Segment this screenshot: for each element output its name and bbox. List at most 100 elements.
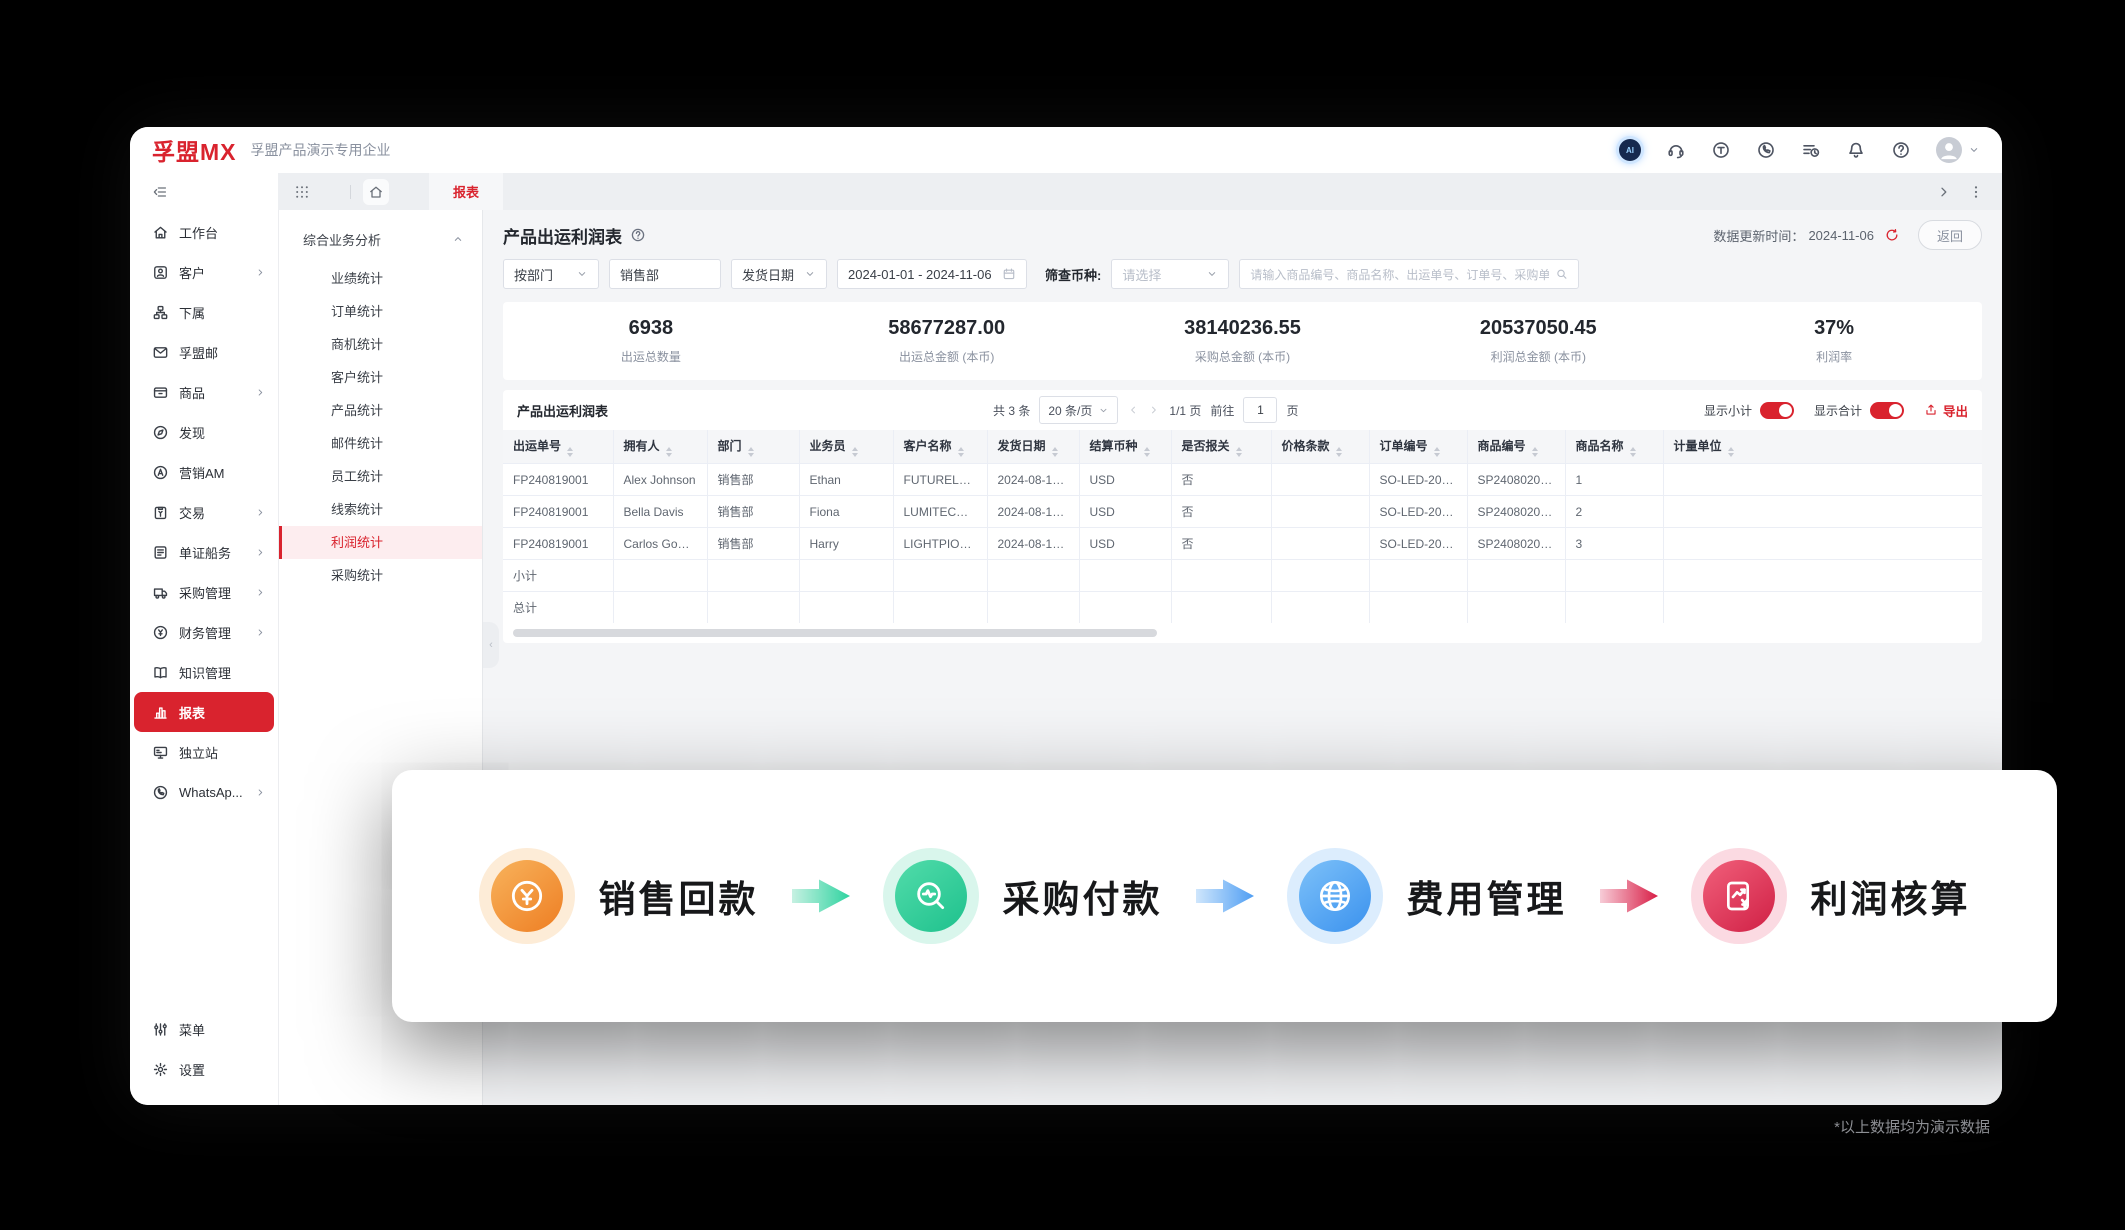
sort-icon[interactable] bbox=[1052, 447, 1058, 457]
pagination: 共 3 条 20 条/页 1/1 页 前往 页 bbox=[993, 396, 1298, 424]
scrollbar-thumb[interactable] bbox=[513, 629, 1157, 637]
column-header[interactable]: 商品编号 bbox=[1467, 430, 1565, 464]
headset-icon[interactable] bbox=[1666, 140, 1686, 160]
sidebar-item[interactable]: 孚盟邮 bbox=[134, 332, 274, 372]
sidebar-item[interactable]: WhatsAp... bbox=[134, 772, 274, 812]
panel-collapse-handle[interactable]: ‹ bbox=[483, 622, 499, 668]
notification-bell-icon[interactable] bbox=[1846, 140, 1866, 160]
column-header[interactable]: 拥有人 bbox=[613, 430, 707, 464]
sidebar-item[interactable]: 客户 bbox=[134, 252, 274, 292]
column-header[interactable]: 是否报关 bbox=[1171, 430, 1271, 464]
column-header[interactable]: 出运单号 bbox=[503, 430, 613, 464]
chevron-right-icon[interactable] bbox=[1936, 184, 1952, 200]
date-range-picker[interactable]: 2024-01-01 - 2024-11-06 bbox=[837, 259, 1027, 289]
translate-icon[interactable] bbox=[1711, 140, 1731, 160]
date-type-select[interactable]: 发货日期 bbox=[731, 259, 827, 289]
sort-icon[interactable] bbox=[958, 447, 964, 457]
sidebar-item[interactable]: 交易 bbox=[134, 492, 274, 532]
toggle-switch[interactable] bbox=[1760, 402, 1794, 419]
chevron-down-icon bbox=[576, 268, 588, 280]
sort-icon[interactable] bbox=[1336, 447, 1342, 457]
column-header[interactable]: 计量单位 bbox=[1663, 430, 1982, 464]
sidebar-item[interactable]: 菜单 bbox=[134, 1009, 274, 1049]
panel-item[interactable]: 产品统计 bbox=[279, 394, 482, 427]
panel-item[interactable]: 客户统计 bbox=[279, 361, 482, 394]
sidebar-item[interactable]: 商品 bbox=[134, 372, 274, 412]
column-header[interactable]: 客户名称 bbox=[893, 430, 987, 464]
export-button[interactable]: 导出 bbox=[1924, 401, 1968, 420]
column-header[interactable]: 结算币种 bbox=[1079, 430, 1171, 464]
sidebar-item[interactable]: 报表 bbox=[134, 692, 274, 732]
sidebar-item[interactable]: 设置 bbox=[134, 1049, 274, 1089]
sort-icon[interactable] bbox=[1434, 447, 1440, 457]
table-cell bbox=[707, 592, 799, 624]
sort-icon[interactable] bbox=[666, 447, 672, 457]
whatsapp-icon[interactable] bbox=[1756, 140, 1776, 160]
panel-item[interactable]: 线索统计 bbox=[279, 493, 482, 526]
currency-filter-label: 筛查币种: bbox=[1045, 265, 1101, 284]
page-size-select[interactable]: 20 条/页 bbox=[1039, 396, 1118, 424]
chevron-right-icon bbox=[255, 787, 266, 798]
dept-type-select[interactable]: 按部门 bbox=[503, 259, 599, 289]
grandtotal-toggle[interactable]: 显示合计 bbox=[1814, 402, 1904, 419]
home-button[interactable] bbox=[363, 179, 389, 205]
sidebar-item-label: 交易 bbox=[179, 503, 205, 522]
sort-icon[interactable] bbox=[852, 447, 858, 457]
panel-item[interactable]: 商机统计 bbox=[279, 328, 482, 361]
sidebar-item[interactable]: 工作台 bbox=[134, 212, 274, 252]
grid-menu-icon[interactable] bbox=[294, 184, 310, 200]
panel-item[interactable]: 员工统计 bbox=[279, 460, 482, 493]
user-menu[interactable] bbox=[1936, 137, 1980, 163]
subtotal-toggle-label: 显示小计 bbox=[1704, 402, 1752, 419]
help-icon[interactable] bbox=[630, 227, 646, 243]
column-header[interactable]: 订单编号 bbox=[1369, 430, 1467, 464]
currency-select[interactable]: 请选择 bbox=[1111, 259, 1229, 289]
sort-icon[interactable] bbox=[567, 447, 573, 457]
subtotal-toggle[interactable]: 显示小计 bbox=[1704, 402, 1794, 419]
history-icon[interactable] bbox=[1801, 140, 1821, 160]
column-header[interactable]: 商品名称 bbox=[1565, 430, 1663, 464]
sidebar-item[interactable]: 发现 bbox=[134, 412, 274, 452]
stat-value: 6938 bbox=[503, 317, 799, 340]
sidebar-item[interactable]: 采购管理 bbox=[134, 572, 274, 612]
prev-page-icon[interactable] bbox=[1127, 404, 1139, 416]
panel-item[interactable]: 利润统计 bbox=[279, 526, 482, 559]
sidebar-item[interactable]: 下属 bbox=[134, 292, 274, 332]
column-header[interactable]: 发货日期 bbox=[987, 430, 1079, 464]
ai-assistant-icon[interactable]: AI bbox=[1619, 139, 1641, 161]
refresh-icon[interactable] bbox=[1884, 227, 1900, 243]
department-input[interactable] bbox=[609, 259, 721, 289]
panel-item[interactable]: 订单统计 bbox=[279, 295, 482, 328]
panel-item[interactable]: 业绩统计 bbox=[279, 262, 482, 295]
next-page-icon[interactable] bbox=[1148, 404, 1160, 416]
search-box[interactable]: 请输入商品编号、商品名称、出运单号、订单号、采购单号 bbox=[1239, 259, 1579, 289]
sort-icon[interactable] bbox=[1728, 447, 1734, 457]
column-header[interactable]: 部门 bbox=[707, 430, 799, 464]
more-menu-icon[interactable] bbox=[1968, 184, 1984, 200]
toggle-switch[interactable] bbox=[1870, 402, 1904, 419]
panel-item[interactable]: 邮件统计 bbox=[279, 427, 482, 460]
horizontal-scrollbar[interactable] bbox=[511, 629, 1974, 637]
sidebar-item[interactable]: 独立站 bbox=[134, 732, 274, 772]
sort-icon[interactable] bbox=[1630, 447, 1636, 457]
help-icon[interactable] bbox=[1891, 140, 1911, 160]
column-header[interactable]: 价格条款 bbox=[1271, 430, 1369, 464]
sidebar-item[interactable]: 单证船务 bbox=[134, 532, 274, 572]
back-chevron-icon[interactable] bbox=[322, 184, 338, 200]
panel-group-header[interactable]: 综合业务分析 bbox=[279, 224, 482, 254]
sidebar-item[interactable]: 知识管理 bbox=[134, 652, 274, 692]
table-cell: 总计 bbox=[503, 592, 613, 624]
sidebar-item[interactable]: 财务管理 bbox=[134, 612, 274, 652]
column-header[interactable]: 业务员 bbox=[799, 430, 893, 464]
sidebar-collapse[interactable] bbox=[130, 173, 278, 210]
sort-icon[interactable] bbox=[1144, 447, 1150, 457]
sort-icon[interactable] bbox=[1532, 447, 1538, 457]
sort-icon[interactable] bbox=[748, 447, 754, 457]
back-button[interactable]: 返回 bbox=[1918, 220, 1982, 250]
tab-reports[interactable]: 报表 bbox=[429, 173, 503, 210]
sort-icon[interactable] bbox=[1236, 447, 1242, 457]
panel-item[interactable]: 采购统计 bbox=[279, 559, 482, 592]
goto-page-input[interactable] bbox=[1243, 397, 1277, 423]
sidebar-item-label: 报表 bbox=[179, 703, 205, 722]
sidebar-item[interactable]: 营销AM bbox=[134, 452, 274, 492]
